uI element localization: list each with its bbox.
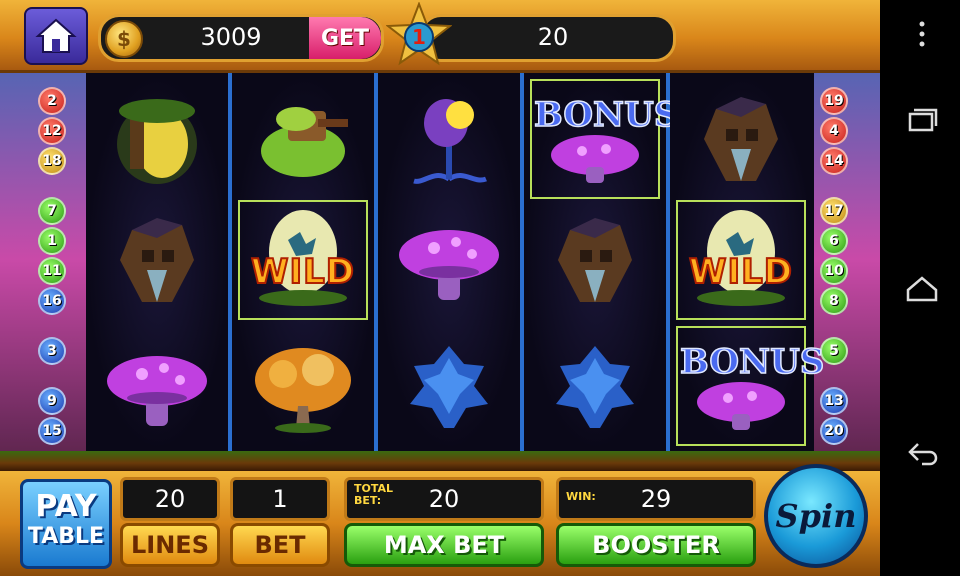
coin-icon: $ [105, 20, 143, 58]
lines-control: 20 LINES [120, 477, 220, 571]
recent-apps-icon[interactable] [904, 102, 940, 138]
android-nav-bar [880, 0, 960, 576]
reel-cell [238, 326, 368, 446]
wild-label: WILD [688, 251, 794, 293]
booster-button[interactable]: BOOSTER [556, 523, 756, 567]
reel-cell [530, 326, 660, 446]
payline-marker-18[interactable]: 18 [38, 147, 66, 175]
bet-button[interactable]: BET [230, 523, 330, 567]
bet-value: 1 [230, 477, 330, 521]
payline-marker-5[interactable]: 5 [820, 337, 848, 365]
payline-marker-19[interactable]: 19 [820, 87, 848, 115]
payline-marker-4[interactable]: 4 [820, 117, 848, 145]
blue-tree-icon [394, 336, 504, 436]
cabin-icon [686, 89, 796, 189]
spin-button[interactable]: Spin [764, 464, 868, 568]
mushroom-pink-icon [102, 336, 212, 436]
total-bet-control: 20 TOTAL BET: MAX BET [344, 477, 544, 571]
payline-marker-16[interactable]: 16 [38, 287, 66, 315]
payline-marker-7[interactable]: 7 [38, 197, 66, 225]
reel-cell [92, 326, 222, 446]
total-bet-label: TOTAL BET: [354, 483, 393, 507]
payline-marker-20[interactable]: 20 [820, 417, 848, 445]
payline-markers-left: 2 12 18 7 1 11 16 3 9 15 [14, 73, 86, 451]
reel-area: WILD BONUS WILD BONUS [86, 73, 825, 451]
payline-marker-17[interactable]: 17 [820, 197, 848, 225]
cabin-icon [102, 210, 212, 310]
home-icon [35, 18, 77, 53]
reel-cell [530, 200, 660, 320]
payline-marker-12[interactable]: 12 [38, 117, 66, 145]
reel-cell [92, 79, 222, 199]
pay-table-button[interactable]: PAY TABLE [20, 479, 112, 569]
max-bet-button[interactable]: MAX BET [344, 523, 544, 567]
reel-cell [92, 200, 222, 320]
reel-cell: BONUS [676, 326, 825, 446]
payline-marker-6[interactable]: 6 [820, 227, 848, 255]
bet-colon-label: BET: [354, 494, 382, 507]
level-star-icon: 1 [386, 2, 452, 66]
payline-marker-8[interactable]: 8 [820, 287, 848, 315]
level-number: 1 [412, 25, 426, 49]
payline-marker-11[interactable]: 11 [38, 257, 66, 285]
payline-marker-9[interactable]: 9 [38, 387, 66, 415]
get-coins-button[interactable]: GET [309, 17, 381, 59]
bonus-mushroom-icon: BONUS [679, 336, 825, 436]
coin-balance: 3009 [200, 23, 262, 51]
top-bar: $ 3009 GET 20 1 [0, 0, 880, 73]
reel-cell [384, 79, 514, 199]
win-label: WIN: [566, 490, 596, 503]
slot-game: $ 3009 GET 20 1 2 12 18 7 1 11 16 3 9 15 19 4 14 17 6… [0, 0, 880, 576]
blue-tree-icon [540, 336, 650, 436]
ground-strip [0, 451, 880, 471]
payline-marker-3[interactable]: 3 [38, 337, 66, 365]
wild-label: WILD [250, 251, 356, 293]
reel-cell: WILD [238, 200, 368, 320]
bonus-label: BONUS [533, 94, 679, 136]
green-house-icon [248, 89, 358, 189]
reel-cell [676, 79, 806, 199]
payline-marker-13[interactable]: 13 [820, 387, 848, 415]
win-control: 29 WIN: BOOSTER [556, 477, 756, 571]
home-button[interactable] [24, 7, 88, 65]
treehouse-icon [102, 89, 212, 189]
payline-markers-right: 19 4 14 17 6 10 8 5 13 20 [814, 73, 880, 451]
payline-marker-2[interactable]: 2 [38, 87, 66, 115]
mushroom-pink-icon [394, 210, 504, 310]
coin-panel: $ 3009 GET [98, 14, 384, 62]
payline-marker-1[interactable]: 1 [38, 227, 66, 255]
payline-marker-14[interactable]: 14 [820, 147, 848, 175]
lines-button[interactable]: LINES [120, 523, 220, 567]
wild-egg-icon: WILD [248, 210, 358, 310]
table-label: TABLE [27, 524, 105, 549]
cabin-icon [540, 210, 650, 310]
lines-value: 20 [120, 477, 220, 521]
level-panel: 20 [420, 14, 676, 62]
payline-marker-15[interactable]: 15 [38, 417, 66, 445]
bonus-mushroom-icon: BONUS [533, 89, 679, 189]
reel-cell [384, 200, 514, 320]
golden-tree-icon [248, 336, 358, 436]
flower-icon [394, 89, 504, 189]
bet-control: 1 BET [230, 477, 330, 571]
bottom-bar: PAY TABLE 20 LINES 1 BET 20 TOTAL BET: M… [0, 471, 880, 576]
overflow-menu-icon[interactable] [904, 16, 940, 52]
reel-cell: BONUS [530, 79, 679, 199]
back-icon[interactable] [904, 436, 940, 472]
reel-cell [238, 79, 368, 199]
reel-cell: WILD [676, 200, 806, 320]
pay-label: PAY [35, 489, 97, 524]
wild-egg-icon: WILD [686, 210, 796, 310]
home-nav-icon[interactable] [904, 270, 940, 306]
reel-cell [384, 326, 514, 446]
level-progress-value: 20 [537, 23, 569, 51]
payline-marker-10[interactable]: 10 [820, 257, 848, 285]
bonus-label: BONUS [679, 341, 825, 383]
